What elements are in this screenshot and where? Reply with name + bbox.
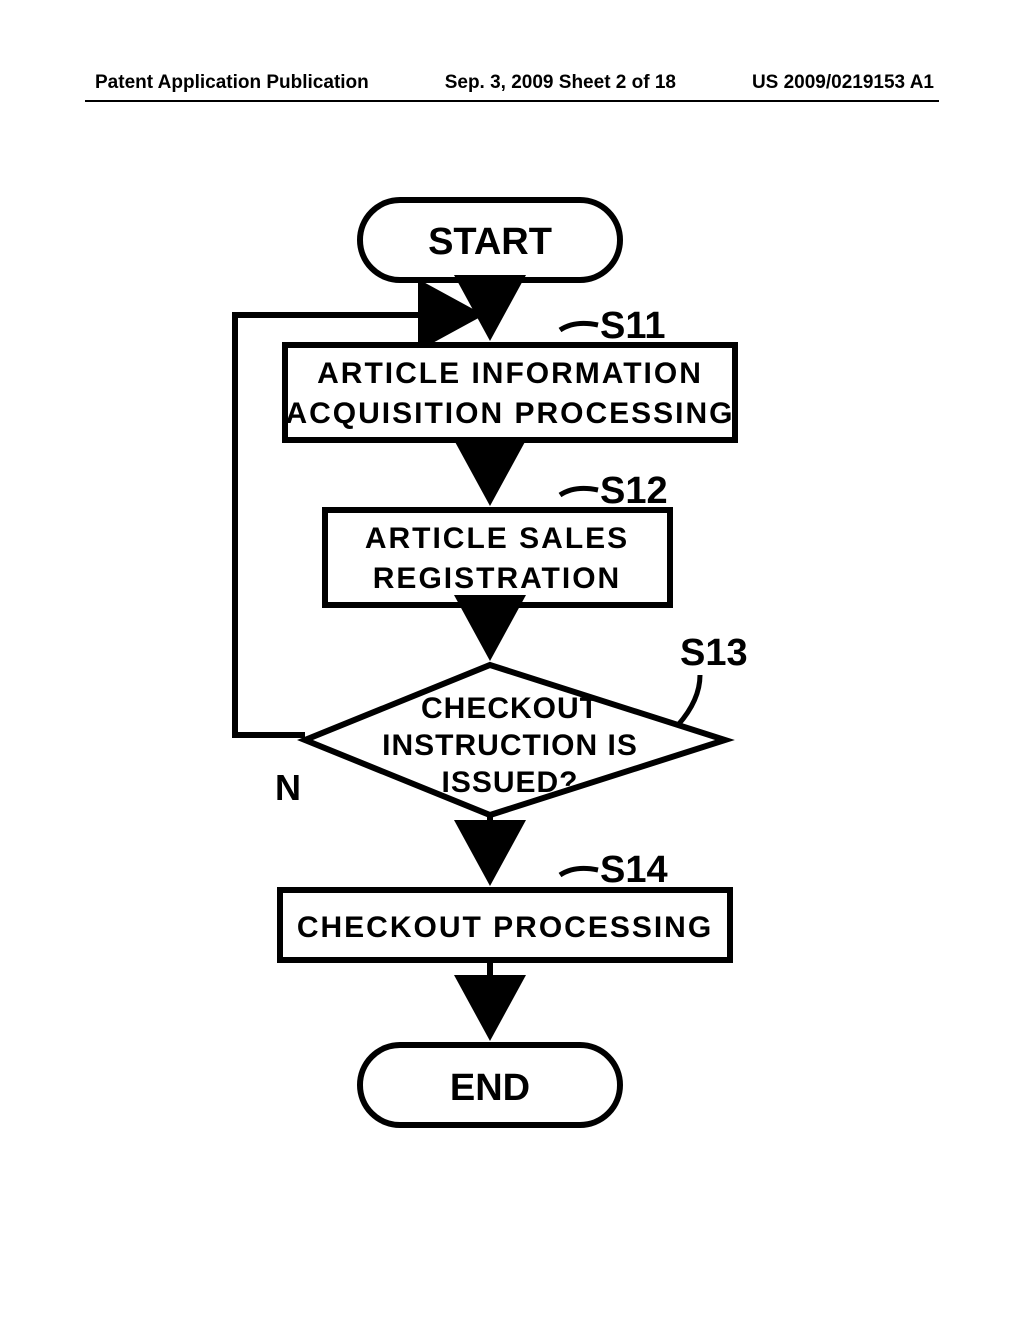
header-rule xyxy=(85,100,939,102)
page-header: Patent Application Publication Sep. 3, 2… xyxy=(0,72,1024,94)
label-no: N xyxy=(275,767,301,808)
s13-label-3: ISSUED? xyxy=(441,766,578,799)
ref-swoosh-s13 xyxy=(678,675,700,725)
flowchart-s14: CHECKOUT PROCESSING xyxy=(280,890,730,960)
flowchart-s11: ARTICLE INFORMATION ACQUISITION PROCESSI… xyxy=(285,345,735,440)
flowchart-diagram: START S11 ARTICLE INFORMATION ACQUISITIO… xyxy=(0,180,1024,1150)
flowchart-end: END xyxy=(360,1045,620,1125)
s13-label-2: INSTRUCTION IS xyxy=(382,729,638,762)
ref-swoosh-s14 xyxy=(560,868,598,875)
flowchart-s13: CHECKOUT INSTRUCTION IS ISSUED? xyxy=(305,665,725,815)
header-publication: Patent Application Publication xyxy=(95,72,369,94)
header-patent-number: US 2009/0219153 A1 xyxy=(752,72,934,94)
ref-s14: S14 xyxy=(600,849,668,891)
s14-label: CHECKOUT PROCESSING xyxy=(297,911,713,944)
flowchart-s12: ARTICLE SALES REGISTRATION xyxy=(325,510,670,605)
s12-label-1: ARTICLE SALES xyxy=(365,522,629,555)
ref-s11: S11 xyxy=(600,305,666,347)
s12-label-2: REGISTRATION xyxy=(373,562,621,595)
label-yes: Y xyxy=(475,814,496,850)
s13-label-1: CHECKOUT xyxy=(421,692,599,725)
ref-s12: S12 xyxy=(600,470,668,512)
ref-swoosh-s11 xyxy=(560,323,598,330)
header-date-sheet: Sep. 3, 2009 Sheet 2 of 18 xyxy=(445,72,676,94)
flowchart-start: START xyxy=(360,200,620,280)
end-label: END xyxy=(450,1067,530,1109)
ref-s13: S13 xyxy=(680,632,748,674)
s11-label-2: ACQUISITION PROCESSING xyxy=(285,397,734,430)
ref-swoosh-s12 xyxy=(560,488,598,495)
start-label: START xyxy=(428,221,552,263)
s11-label-1: ARTICLE INFORMATION xyxy=(317,357,703,390)
